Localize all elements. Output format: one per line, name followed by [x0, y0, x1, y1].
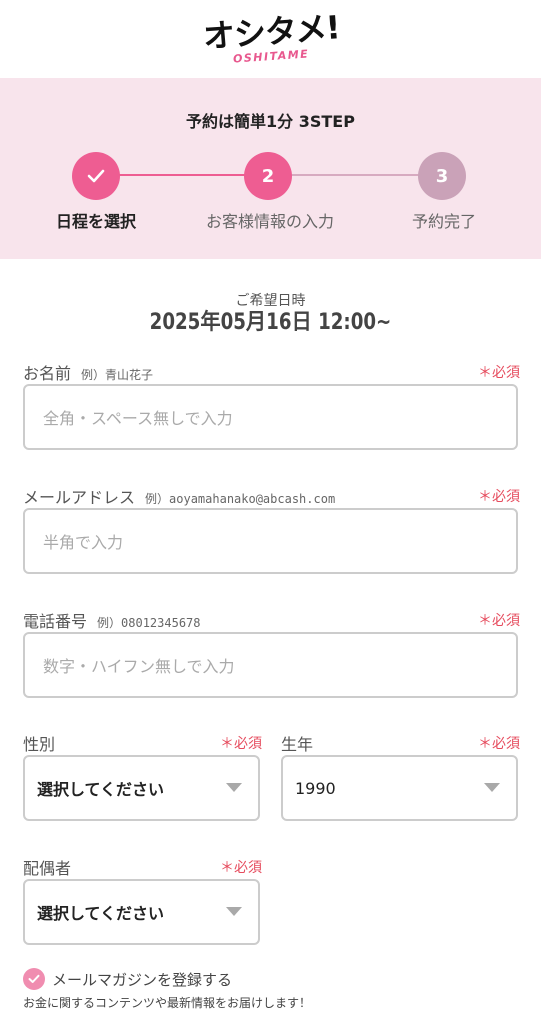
spouse-selected-value: 選択してください: [37, 904, 165, 923]
name-example: 例）青山花子: [81, 368, 154, 382]
step-1-check-icon: [72, 152, 120, 200]
spouse-required-mark: ＊必須: [220, 860, 262, 876]
phone-input[interactable]: 数字・ハイフン無しで入力: [23, 632, 518, 698]
chevron-down-icon: [484, 783, 500, 792]
birth-year-label: 生年: [281, 735, 314, 754]
name-label-text: お名前: [23, 364, 72, 383]
newsletter-note: お金に関するコンテンツや最新情報をお届けします！: [23, 996, 312, 1010]
name-required-mark: ＊必須: [478, 365, 520, 381]
gender-label: 性別: [23, 735, 56, 754]
phone-placeholder: 数字・ハイフン無しで入力: [43, 657, 235, 676]
name-label: お名前 例）青山花子: [23, 360, 153, 384]
step-1-label: 日程を選択: [55, 212, 136, 231]
email-input[interactable]: 半角で入力: [23, 508, 518, 574]
phone-label-text: 電話番号: [23, 612, 88, 631]
email-label: メールアドレス 例）aoyamahanako@abcash.com: [23, 484, 335, 508]
birth-year-select[interactable]: 1990: [281, 755, 518, 821]
birth-year-selected-value: 1990: [295, 778, 336, 798]
step-3-number: 3: [418, 152, 466, 200]
phone-required-mark: ＊必須: [478, 613, 520, 629]
newsletter-label: メールマガジンを登録する: [52, 970, 233, 989]
name-input[interactable]: 全角・スペース無しで入力: [23, 384, 518, 450]
step-connector-1: [96, 174, 268, 176]
logo-main-text: オシタメ!: [202, 8, 341, 56]
email-example: 例）aoyamahanako@abcash.com: [145, 492, 336, 506]
chevron-down-icon: [226, 907, 242, 916]
email-label-text: メールアドレス: [23, 488, 136, 507]
oshitame-logo[interactable]: オシタメ! OSHITAME: [202, 8, 341, 65]
gender-selected-value: 選択してください: [37, 780, 165, 799]
birth-year-required-mark: ＊必須: [478, 736, 520, 752]
header: オシタメ! OSHITAME: [0, 0, 541, 78]
spouse-label: 配偶者: [23, 859, 72, 878]
gender-select[interactable]: 選択してください: [23, 755, 260, 821]
checkmark-icon: [23, 968, 45, 990]
chevron-down-icon: [226, 783, 242, 792]
phone-example: 例）08012345678: [97, 616, 201, 630]
email-placeholder: 半角で入力: [43, 533, 124, 552]
steps-title: 予約は簡単1分 3STEP: [186, 112, 355, 131]
phone-label: 電話番号 例）08012345678: [23, 608, 201, 632]
gender-required-mark: ＊必須: [220, 736, 262, 752]
email-required-mark: ＊必須: [478, 489, 520, 505]
step-2-number: 2: [244, 152, 292, 200]
reservation-datetime-value: 2025年05月16日 12:00~: [149, 310, 392, 335]
step-2-label: お客様情報の入力: [205, 212, 334, 231]
step-3-label: 予約完了: [411, 212, 476, 231]
newsletter-checkbox[interactable]: メールマガジンを登録する: [23, 968, 232, 990]
name-placeholder: 全角・スペース無しで入力: [43, 409, 233, 428]
step-connector-2: [268, 174, 442, 176]
spouse-select[interactable]: 選択してください: [23, 879, 260, 945]
